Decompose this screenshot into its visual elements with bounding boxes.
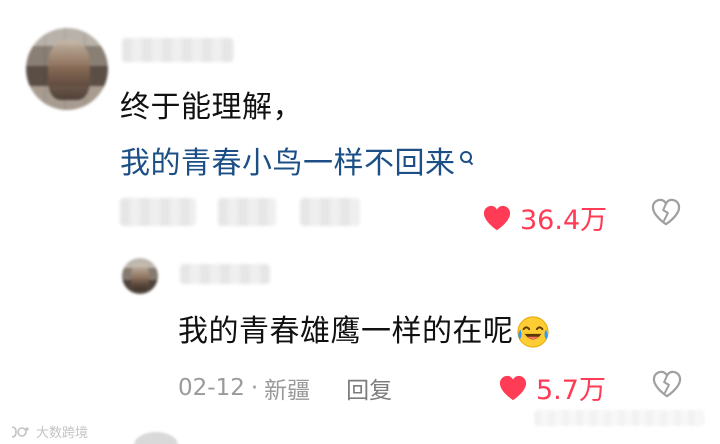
watermark: 大数跨境 bbox=[10, 422, 88, 441]
blurred-footer-text bbox=[534, 410, 704, 426]
comment-screenshot: 终于能理解， 我的青春小鸟一样不回来 36.4万 我的青春雄鹰一样的在呢 02-… bbox=[0, 0, 720, 444]
replier-name-blurred[interactable] bbox=[180, 264, 270, 284]
broken-heart-icon[interactable] bbox=[651, 198, 681, 226]
reply-like-button[interactable]: 5.7万 bbox=[498, 368, 606, 407]
laugh-cry-emoji-icon bbox=[516, 315, 550, 349]
comment-like-button[interactable]: 36.4万 bbox=[482, 198, 607, 237]
commenter-avatar[interactable] bbox=[26, 28, 108, 110]
watermark-logo-icon bbox=[10, 425, 30, 439]
watermark-text: 大数跨境 bbox=[36, 426, 89, 441]
comment-text-line2: 我的青春小鸟一样不回来 bbox=[120, 146, 456, 181]
comment-like-count: 36.4万 bbox=[520, 205, 608, 236]
heart-icon bbox=[482, 204, 512, 232]
reply-content: 我的青春雄鹰一样的在呢 bbox=[178, 312, 550, 352]
meta-separator: · bbox=[250, 375, 259, 401]
next-comment-avatar[interactable] bbox=[134, 432, 178, 444]
comment-date-blurred bbox=[120, 198, 196, 226]
commenter-name-blurred[interactable] bbox=[122, 38, 234, 62]
reply-meta: 02-12 · 新疆 回复 bbox=[178, 371, 392, 405]
comment-reply-blurred[interactable] bbox=[300, 198, 360, 226]
reply-like-count: 5.7万 bbox=[536, 375, 606, 406]
reply-location: 新疆 bbox=[264, 378, 311, 404]
reply-text: 我的青春雄鹰一样的在呢 bbox=[178, 314, 514, 349]
reply-button[interactable]: 回复 bbox=[346, 371, 392, 405]
search-icon bbox=[459, 150, 473, 164]
comment-location-blurred bbox=[218, 198, 276, 226]
comment-search-link[interactable]: 我的青春小鸟一样不回来 bbox=[120, 144, 473, 184]
comment-text-line1: 终于能理解， bbox=[120, 90, 303, 125]
broken-heart-icon[interactable] bbox=[652, 370, 682, 398]
replier-avatar[interactable] bbox=[122, 258, 158, 294]
heart-icon bbox=[498, 374, 528, 402]
reply-date: 02-12 bbox=[178, 375, 245, 401]
